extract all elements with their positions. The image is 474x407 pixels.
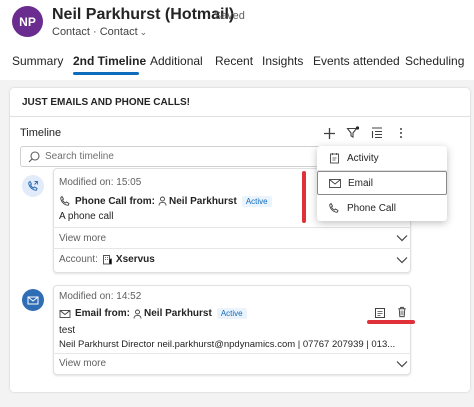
tab-recent[interactable]: Recent — [215, 54, 253, 68]
search-input[interactable]: Search timeline — [20, 146, 325, 167]
record-header: NP Neil Parkhurst (Hotmail) - Saved Cont… — [0, 0, 474, 44]
form-selector[interactable]: Contact ⌄ — [100, 26, 147, 38]
tab-insights[interactable]: Insights — [262, 54, 303, 68]
account-label: Account: — [59, 254, 98, 265]
sort-icon[interactable] — [368, 124, 386, 142]
filter-icon[interactable] — [344, 124, 362, 142]
tab-scheduling[interactable]: Scheduling — [405, 54, 464, 68]
record-body-signature: Neil Parkhurst Director neil.parkhurst@n… — [59, 339, 396, 350]
phone-call-icon — [22, 175, 44, 197]
chevron-down-icon: ⌄ — [139, 27, 148, 37]
more-icon[interactable] — [392, 124, 410, 142]
email-icon — [59, 309, 71, 318]
delete-icon[interactable] — [396, 306, 408, 318]
sender-link[interactable]: Neil Parkhurst — [144, 308, 212, 319]
section-divider — [10, 116, 470, 117]
person-icon — [158, 196, 167, 206]
email-icon — [328, 176, 342, 190]
record-type: Phone Call from: — [75, 195, 156, 207]
status-badge: Active — [216, 308, 247, 319]
edit-note-icon[interactable] — [374, 307, 386, 319]
building-icon — [102, 255, 112, 265]
phone-icon — [327, 201, 341, 215]
menu-item-email[interactable]: Email — [317, 171, 447, 195]
menu-item-label: Activity — [347, 152, 379, 164]
card-divider — [53, 227, 411, 228]
person-icon — [133, 309, 142, 319]
menu-item-activity[interactable]: Activity — [317, 146, 447, 170]
record-header-line: Email from: Neil Parkhurst Active — [59, 308, 247, 319]
record-body: test — [59, 325, 76, 336]
form-label: Contact — [99, 26, 138, 38]
view-more-link[interactable]: View more — [59, 358, 106, 369]
separator: · — [92, 26, 97, 38]
menu-item-phone-call[interactable]: Phone Call — [317, 196, 447, 220]
card-divider — [53, 248, 411, 249]
tab-summary[interactable]: Summary — [12, 54, 63, 68]
status-badge: Active — [241, 195, 272, 207]
save-status: - Saved — [207, 10, 245, 22]
record-body: A phone call — [59, 211, 114, 222]
chevron-down-icon[interactable] — [396, 360, 408, 368]
new-record-dropdown: Activity Email Phone Call — [317, 146, 447, 221]
account-link[interactable]: Xservus — [116, 254, 155, 265]
view-more-link[interactable]: View more — [59, 233, 106, 244]
menu-item-label: Phone Call — [347, 202, 396, 214]
tab-bar: Summary 2nd Timeline Additional Recent I… — [0, 50, 474, 76]
add-icon[interactable] — [320, 124, 338, 142]
tab-events-attended[interactable]: Events attended — [313, 54, 400, 68]
search-icon — [28, 151, 40, 163]
tab-2nd-timeline[interactable]: 2nd Timeline — [73, 54, 146, 68]
card-divider — [53, 353, 411, 354]
record-type: Email from: — [75, 308, 131, 319]
email-record-icon — [22, 289, 44, 311]
account-field: Account: Xservus — [59, 254, 155, 265]
record-subtitle: Contact · Contact ⌄ — [52, 26, 147, 38]
annotation-underline — [367, 320, 415, 324]
menu-item-label: Email — [348, 177, 374, 189]
tab-additional[interactable]: Additional — [150, 54, 203, 68]
phone-icon — [60, 195, 70, 206]
record-header-line: Phone Call from: Neil Parkhurst Active — [59, 195, 272, 207]
avatar: NP — [12, 6, 43, 37]
sender-link[interactable]: Neil Parkhurst — [169, 196, 237, 207]
chevron-down-icon[interactable] — [396, 256, 408, 264]
annotation-mark — [302, 171, 306, 223]
modified-date: Modified on: 14:52 — [59, 291, 142, 302]
section-title: JUST EMAILS AND PHONE CALLS! — [22, 97, 190, 108]
entity-label: Contact — [52, 26, 90, 38]
activity-icon — [327, 151, 341, 165]
active-tab-indicator — [73, 72, 139, 75]
search-placeholder: Search timeline — [45, 151, 114, 162]
timeline-label: Timeline — [20, 127, 62, 139]
chevron-down-icon[interactable] — [396, 234, 408, 242]
modified-date: Modified on: 15:05 — [59, 177, 142, 188]
